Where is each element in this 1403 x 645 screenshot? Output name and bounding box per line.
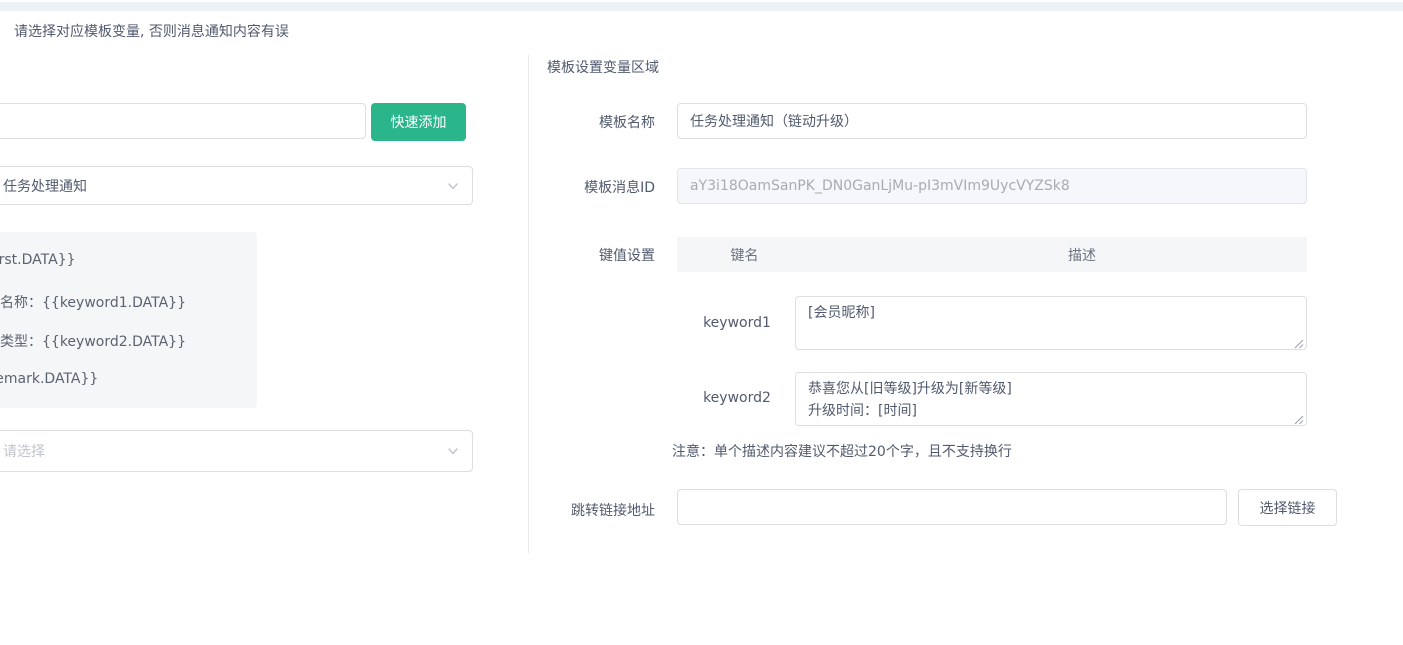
resize-handle[interactable] xyxy=(1294,413,1304,423)
column-header-desc: 描述 xyxy=(857,245,1307,265)
key-value-label: 键值设置 xyxy=(530,245,655,265)
variable-select-placeholder: 请选择 xyxy=(3,441,45,461)
select-link-button[interactable]: 选择链接 xyxy=(1238,489,1337,526)
jump-link-label: 跳转链接地址 xyxy=(530,500,655,520)
template-name-label: 模板名称 xyxy=(530,112,655,132)
template-type-select[interactable]: 任务处理通知 xyxy=(0,166,473,205)
quick-add-input[interactable] xyxy=(0,103,366,139)
chevron-down-icon xyxy=(446,444,460,458)
preview-line: {{remark.DATA}} xyxy=(0,371,98,387)
jump-link-input[interactable] xyxy=(677,489,1227,525)
preview-line: {{first.DATA}} xyxy=(0,252,76,268)
key-desc-field: [会员昵称] xyxy=(795,296,1307,350)
top-bar xyxy=(0,2,1403,11)
template-msg-id-label: 模板消息ID xyxy=(530,177,655,197)
description-note: 注意：单个描述内容建议不超过20个字，且不支持换行 xyxy=(672,441,1012,461)
template-name-input[interactable] xyxy=(677,103,1307,139)
chevron-down-icon xyxy=(446,179,460,193)
section-title: 模板设置变量区域 xyxy=(547,57,659,77)
column-header-key: 键名 xyxy=(677,245,812,265)
key-name: keyword1 xyxy=(677,315,797,331)
panel-divider xyxy=(528,55,529,553)
variable-select[interactable]: 请选择 xyxy=(0,430,473,472)
preview-line: 通知类型：{{keyword2.DATA}} xyxy=(0,331,186,351)
template-msg-id-input xyxy=(677,168,1307,204)
keyword2-desc-textarea[interactable]: 恭喜您从[旧等级]升级为[新等级] 升级时间：[时间] xyxy=(795,372,1307,426)
resize-handle[interactable] xyxy=(1294,337,1304,347)
warning-text: 请选择对应模板变量, 否则消息通知内容有误 xyxy=(14,21,289,41)
quick-add-button[interactable]: 快速添加 xyxy=(371,103,466,141)
key-name: keyword2 xyxy=(677,390,797,406)
template-type-select-value: 任务处理通知 xyxy=(3,176,87,196)
page-root: 请选择对应模板变量, 否则消息通知内容有误 快速添加 任务处理通知 {{firs… xyxy=(0,0,1403,645)
template-preview-box: {{first.DATA}} 任务名称：{{keyword1.DATA}} 通知… xyxy=(0,232,257,408)
key-desc-field: 恭喜您从[旧等级]升级为[新等级] 升级时间：[时间] xyxy=(795,372,1307,426)
keyword1-desc-textarea[interactable]: [会员昵称] xyxy=(795,296,1307,350)
preview-line: 任务名称：{{keyword1.DATA}} xyxy=(0,292,186,312)
